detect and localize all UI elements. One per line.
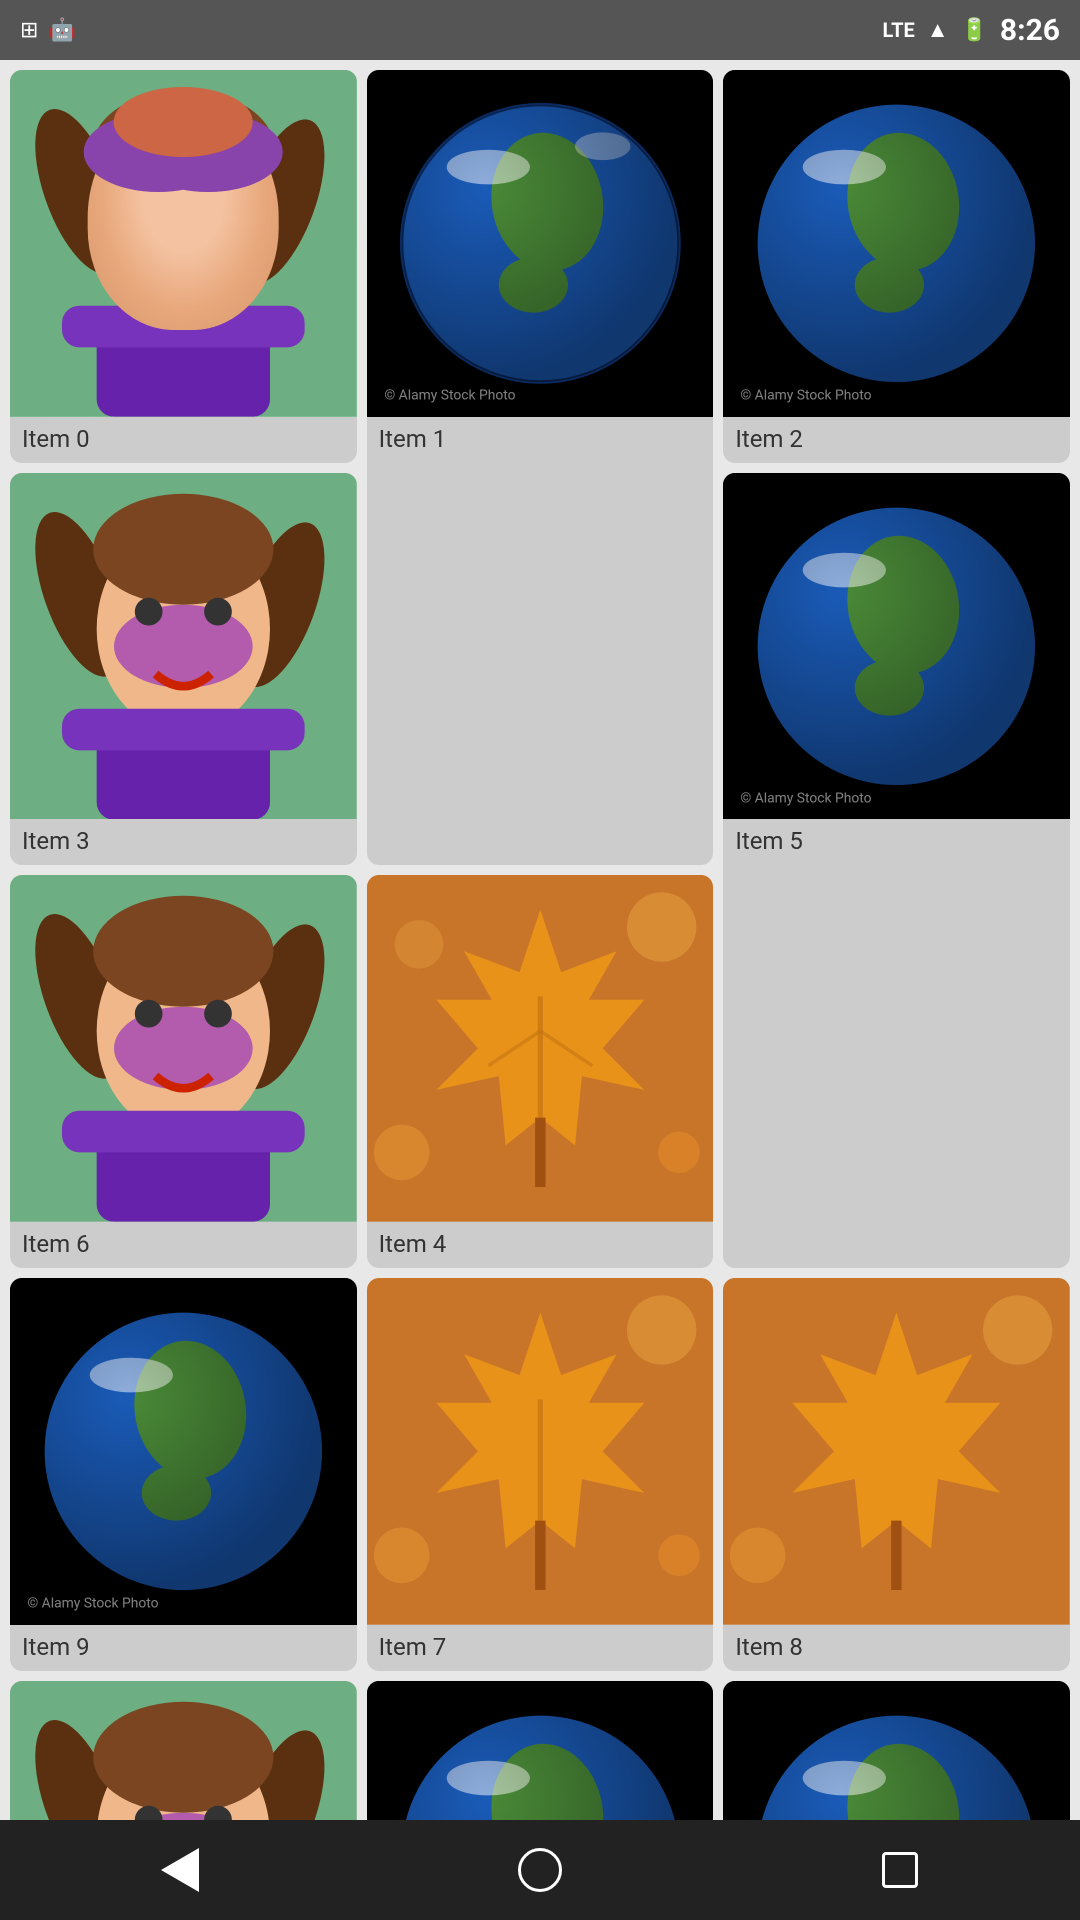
item-label: Item 6 <box>10 1222 357 1268</box>
home-button[interactable] <box>510 1840 570 1900</box>
android-icon: 🤖 <box>48 18 75 43</box>
item-10-image: © Alamy Stock Photo <box>367 1681 714 1820</box>
svg-text:© Alamy Stock Photo: © Alamy Stock Photo <box>27 1595 158 1611</box>
item-3-image <box>10 473 357 820</box>
list-item[interactable]: © Alamy Stock Photo Item 10 <box>367 1681 714 1820</box>
item-9-image: © Alamy Stock Photo <box>10 1278 357 1625</box>
status-bar-right: LTE ▲ 🔋 8:26 <box>882 13 1060 48</box>
recent-button[interactable] <box>870 1840 930 1900</box>
item-7-image <box>367 1278 714 1625</box>
status-bar-left: ⊞ 🤖 <box>20 18 76 43</box>
photo-grid: Item 0 <box>10 70 1070 1820</box>
list-item[interactable]: Item 8 <box>723 1278 1070 1671</box>
back-icon <box>161 1848 199 1892</box>
item-label: Item 1 <box>367 417 714 463</box>
item-label: Item 2 <box>723 417 1070 463</box>
item-label: Item 7 <box>367 1625 714 1671</box>
item-4-image <box>367 875 714 1222</box>
list-item[interactable]: Item 3 <box>10 473 357 866</box>
svg-text:© Alamy Stock Photo: © Alamy Stock Photo <box>741 790 872 806</box>
list-item[interactable]: Item 6 <box>10 875 357 1268</box>
item-label: Item 4 <box>367 1222 714 1268</box>
clock: 8:26 <box>1000 13 1060 48</box>
item-6-image <box>10 875 357 1222</box>
item-label: Item 9 <box>10 1625 357 1671</box>
list-item[interactable]: Item 7 <box>367 1278 714 1671</box>
list-item[interactable]: © Alamy Stock Photo Item 5 <box>723 473 1070 1268</box>
svg-text:© Alamy Stock Photo: © Alamy Stock Photo <box>741 387 872 403</box>
item-label: Item 3 <box>10 819 357 865</box>
item-label: Item 8 <box>723 1625 1070 1671</box>
recent-icon <box>882 1852 918 1888</box>
svg-text:© Alamy Stock Photo: © Alamy Stock Photo <box>384 387 515 403</box>
list-item[interactable]: © Alamy Stock Photo Item 1 <box>367 70 714 865</box>
back-button[interactable] <box>150 1840 210 1900</box>
item-0-image <box>10 70 357 417</box>
battery-icon: 🔋 <box>961 18 988 43</box>
item-label: Item 0 <box>10 417 357 463</box>
list-item[interactable]: Item 0 <box>10 70 357 463</box>
list-item[interactable]: © Alamy Stock Photo Item 11 <box>723 1681 1070 1820</box>
item-8-image <box>723 1278 1070 1625</box>
home-icon <box>518 1848 562 1892</box>
list-item[interactable]: © Alamy Stock Photo Item 2 <box>723 70 1070 463</box>
item-2-image: © Alamy Stock Photo <box>723 70 1070 417</box>
grid-icon: ⊞ <box>20 18 38 43</box>
list-item[interactable]: Item 4 <box>367 875 714 1268</box>
item-11-image: © Alamy Stock Photo <box>723 1681 1070 1820</box>
status-bar: ⊞ 🤖 LTE ▲ 🔋 8:26 <box>0 0 1080 60</box>
photo-grid-container[interactable]: Item 0 <box>0 60 1080 1820</box>
lte-indicator: LTE <box>882 18 914 42</box>
navigation-bar <box>0 1820 1080 1920</box>
list-item[interactable]: © Alamy Stock Photo Item 9 <box>10 1278 357 1671</box>
signal-icon: ▲ <box>927 17 949 43</box>
item-label: Item 5 <box>723 819 1070 865</box>
item-12-image <box>10 1681 357 1820</box>
item-1-image: © Alamy Stock Photo <box>367 70 714 417</box>
list-item[interactable]: Item 12 <box>10 1681 357 1820</box>
item-5-image: © Alamy Stock Photo <box>723 473 1070 820</box>
